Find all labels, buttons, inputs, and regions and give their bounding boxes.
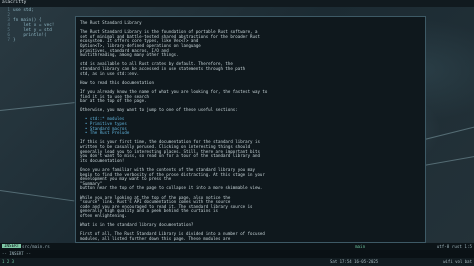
command-line[interactable]: -- INSERT -- xyxy=(0,250,474,258)
system-tray[interactable]: wifi vol bat xyxy=(443,260,472,264)
cursor-position: utf-8 rust 1:5 xyxy=(436,243,472,249)
status-line: INSERT src/main.rs main utf-8 rust 1:5 xyxy=(0,243,474,250)
doc-line: modules, all listed further down this pa… xyxy=(80,235,231,241)
taskbar: 1 2 3 Sat 17:54 16-05-2025 wifi vol bat xyxy=(0,258,474,266)
window-title: alacritty xyxy=(2,0,27,5)
documentation-body: The Rust Standard Library The Rust Standa… xyxy=(80,21,421,242)
code-line[interactable]: 7} xyxy=(2,38,15,44)
terminal-title-bar: alacritty xyxy=(0,0,474,7)
mode-indicator: INSERT xyxy=(2,243,22,249)
git-branch: main xyxy=(355,243,366,249)
clock: Sat 17:54 16-05-2025 xyxy=(330,259,379,264)
hover-documentation-popup[interactable]: The Rust Standard Library The Rust Standa… xyxy=(75,16,426,243)
workspace-indicator[interactable]: 1 2 3 xyxy=(2,260,14,264)
command-message: -- INSERT -- xyxy=(2,251,31,256)
file-name: src/main.rs xyxy=(22,243,50,249)
